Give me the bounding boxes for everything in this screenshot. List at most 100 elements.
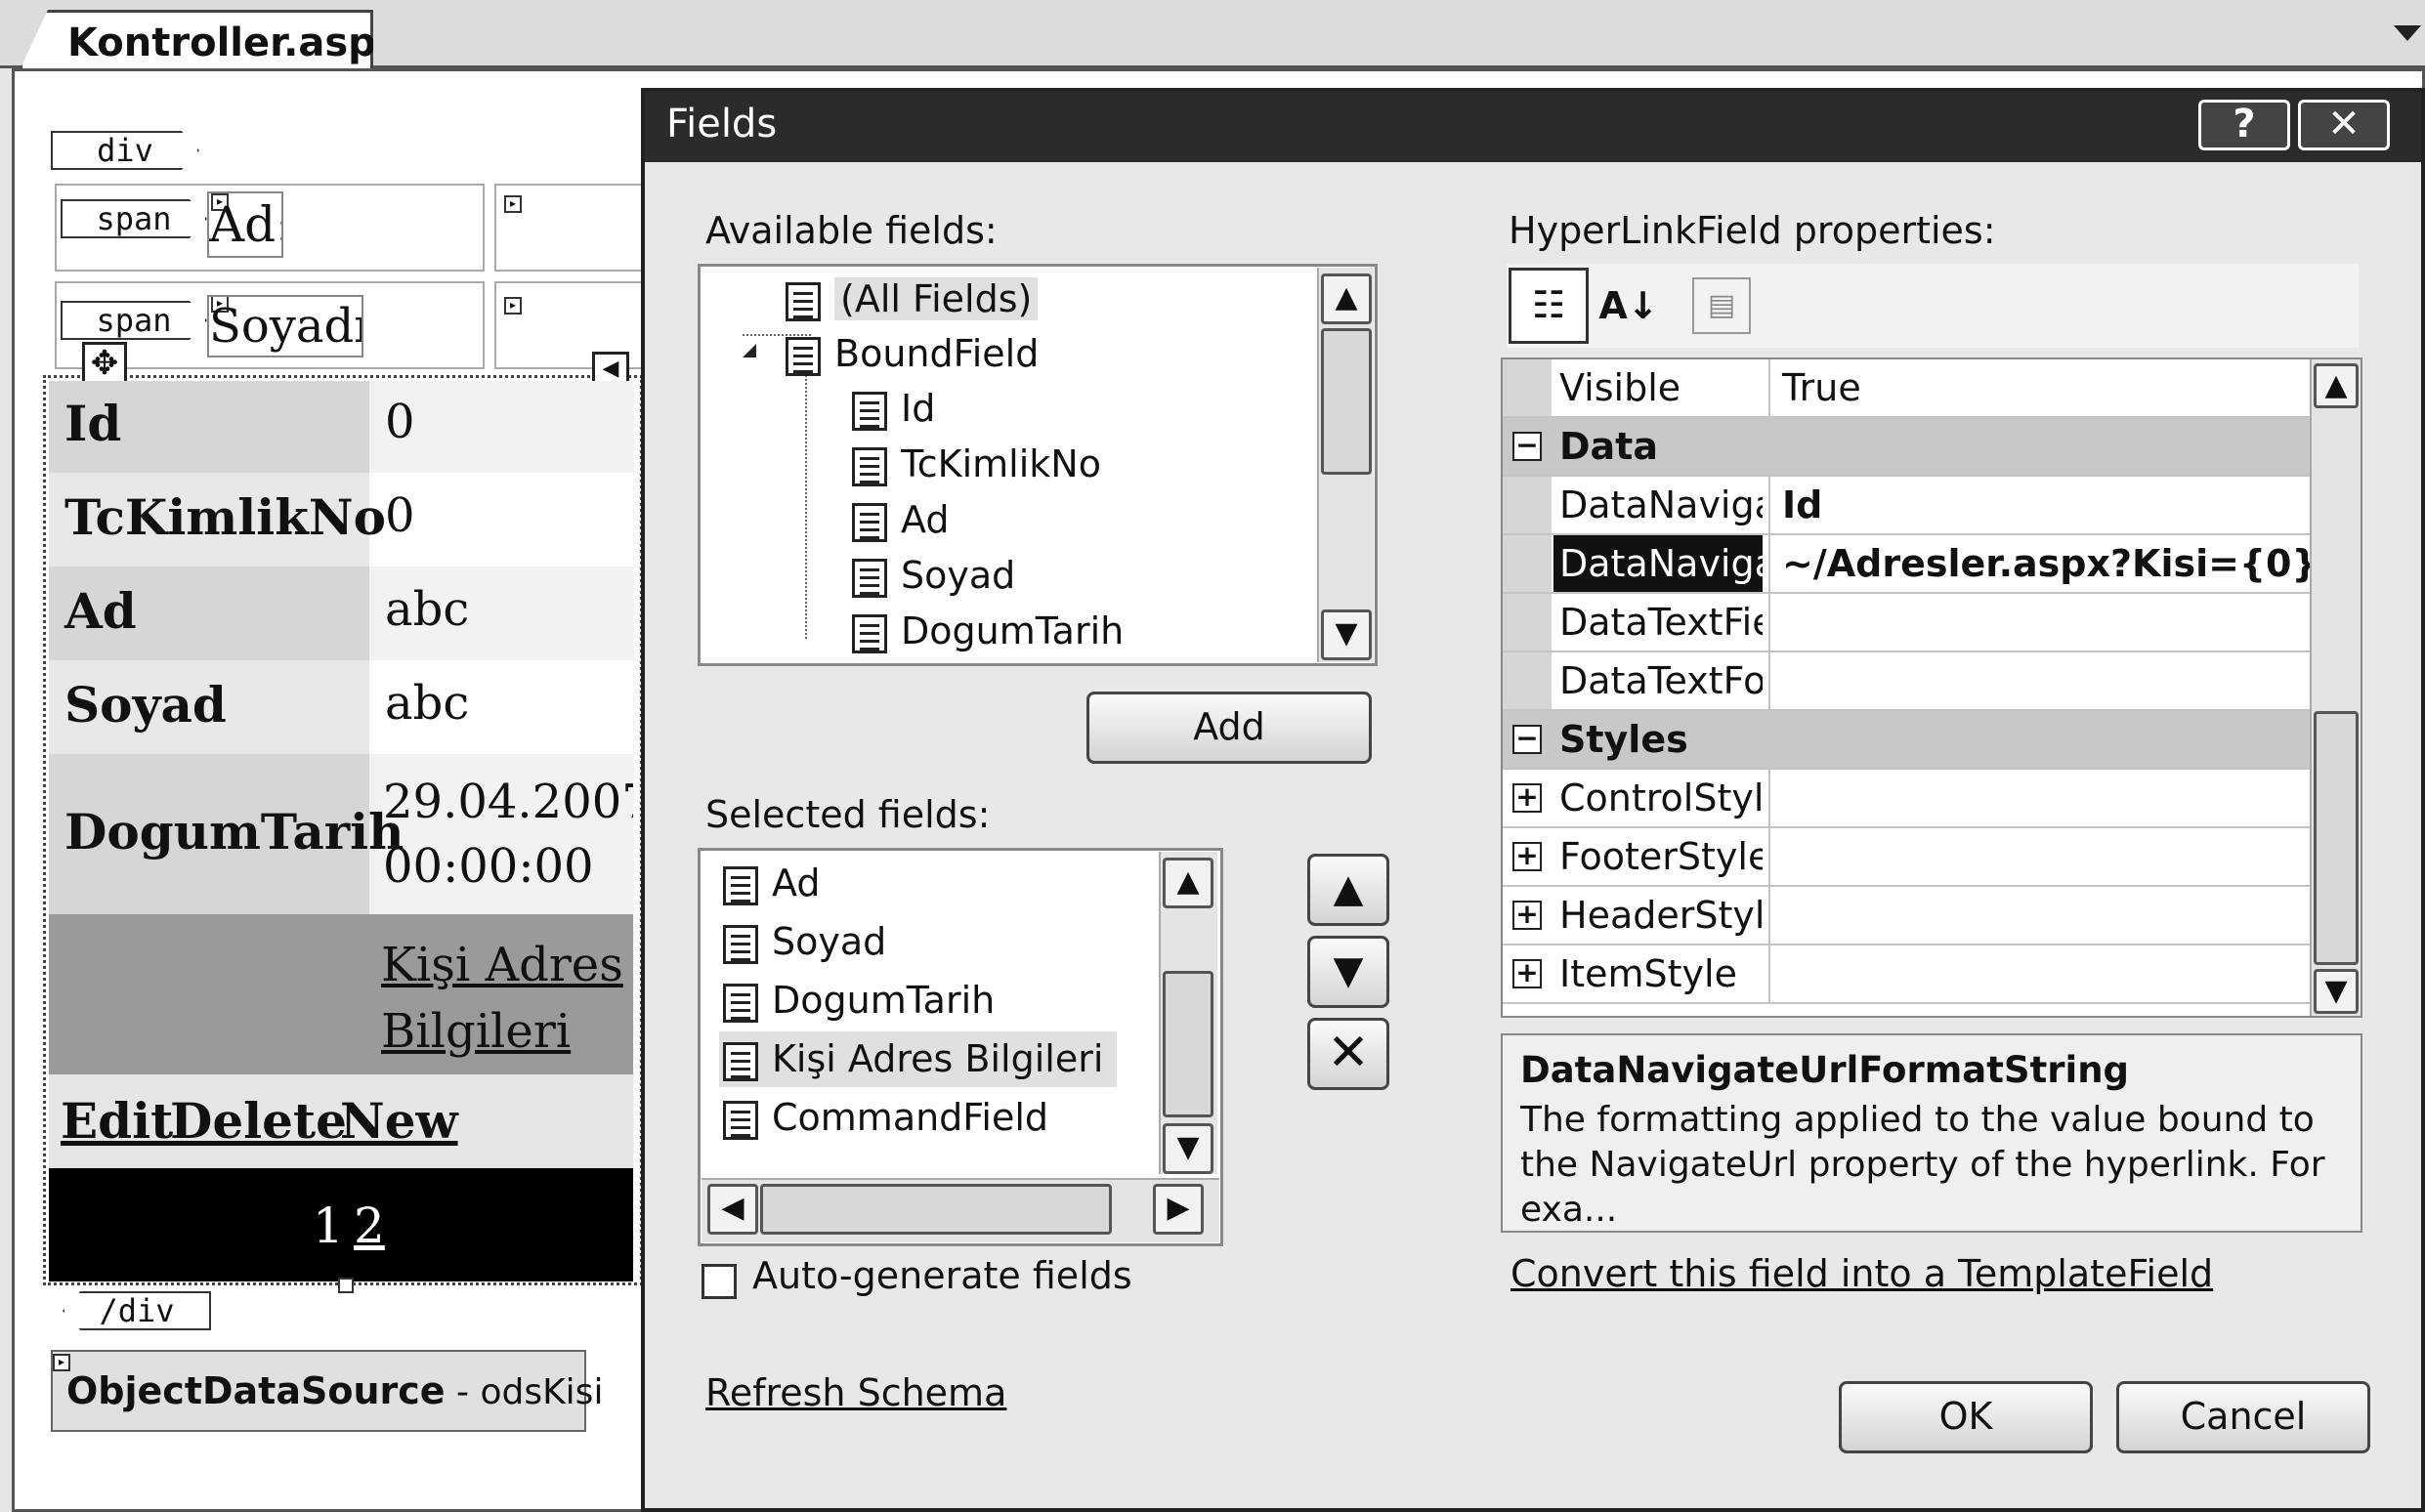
expand-icon[interactable]: + bbox=[1512, 959, 1542, 988]
selected-item-soyad[interactable]: Soyad bbox=[723, 914, 886, 970]
scroll-thumb[interactable] bbox=[1321, 328, 1372, 475]
tree-item-boundfield[interactable]: BoundField bbox=[786, 326, 1039, 382]
tree-item-label: BoundField bbox=[834, 332, 1040, 375]
field-label-dogumtarih: DogumTarih bbox=[64, 803, 404, 861]
property-row-controlstyle[interactable]: +ControlStyle bbox=[1503, 770, 2310, 828]
field-icon bbox=[852, 391, 887, 431]
tree-item-label: TcKimlikNo bbox=[901, 442, 1101, 485]
autogen-checkbox[interactable] bbox=[702, 1264, 737, 1299]
tree-item-id[interactable]: Id bbox=[852, 381, 935, 437]
hscroll-thumb[interactable] bbox=[760, 1184, 1112, 1235]
collapse-icon[interactable]: − bbox=[1512, 432, 1542, 461]
property-row-datanavigateurlfields[interactable]: DataNavigatId bbox=[1503, 477, 2310, 535]
description-text: The formatting applied to the value boun… bbox=[1520, 1100, 2325, 1230]
property-row-visible[interactable]: Visible True bbox=[1503, 359, 2310, 418]
scroll-right-button[interactable]: ▶ bbox=[1153, 1184, 1204, 1235]
field-icon bbox=[852, 502, 887, 542]
tree-item-label: Id bbox=[901, 387, 936, 430]
tree-item-label: Ad bbox=[901, 498, 950, 541]
description-title: DataNavigateUrlFormatString bbox=[1520, 1049, 2130, 1091]
objectdatasource-control[interactable]: ObjectDataSource - odsKisi bbox=[51, 1350, 603, 1432]
help-button[interactable]: ? bbox=[2198, 100, 2290, 150]
scroll-down-button[interactable]: ▼ bbox=[1321, 609, 1372, 660]
tree-item-dogumtarih[interactable]: DogumTarih bbox=[852, 604, 1124, 659]
field-icon bbox=[852, 558, 887, 598]
collapse-icon[interactable]: − bbox=[1512, 725, 1542, 754]
scroll-down-button[interactable]: ▼ bbox=[1163, 1123, 1213, 1174]
autogen-label: Auto-generate fields bbox=[752, 1254, 1132, 1297]
field-icon bbox=[852, 446, 887, 486]
tree-item-tckimlikno[interactable]: TcKimlikNo bbox=[852, 437, 1101, 492]
selected-item-commandfield[interactable]: CommandField bbox=[723, 1090, 1048, 1146]
fields-dialog: Fields ? ✕ Available fields: (All Fields… bbox=[641, 88, 2425, 1512]
span-text-surname: Soyadı bbox=[207, 295, 363, 357]
resize-handle[interactable] bbox=[338, 1278, 354, 1293]
scroll-thumb[interactable] bbox=[1163, 971, 1213, 1117]
field-label-ad: Ad bbox=[64, 582, 137, 640]
delete-link[interactable]: Delete bbox=[170, 1092, 347, 1150]
hyperlink-kisi-adres[interactable]: Kişi Adres Bilgileri bbox=[381, 932, 625, 1065]
boundfield-icon bbox=[723, 865, 758, 905]
expanded-triangle-icon[interactable] bbox=[743, 344, 756, 357]
selected-item-label: CommandField bbox=[772, 1096, 1049, 1139]
convert-to-templatefield-link[interactable]: Convert this field into a TemplateField bbox=[1510, 1252, 2213, 1295]
property-row-itemstyle[interactable]: + ItemStyle bbox=[1503, 945, 2310, 1004]
property-row-headerstyle[interactable]: +HeaderStyle bbox=[1503, 887, 2310, 945]
delete-field-button[interactable]: ✕ bbox=[1307, 1018, 1389, 1090]
expand-icon[interactable]: + bbox=[1512, 783, 1542, 813]
category-styles[interactable]: − Styles bbox=[1503, 711, 2310, 770]
selected-item-dogumtarih[interactable]: DogumTarih bbox=[723, 973, 995, 1029]
field-value-tckimlikno: 0 bbox=[385, 488, 415, 543]
scroll-up-button[interactable]: ▲ bbox=[1163, 858, 1213, 908]
chevron-down-icon[interactable] bbox=[2394, 25, 2421, 41]
boundfield-icon bbox=[786, 336, 821, 376]
add-button[interactable]: Add bbox=[1086, 692, 1372, 764]
selected-item-label: Kişi Adres Bilgileri bbox=[772, 1037, 1104, 1080]
property-row-datanavigateurlformatstring[interactable]: DataNavigat~/Adresler.aspx?Kisi={0} bbox=[1503, 535, 2319, 594]
expand-icon[interactable]: + bbox=[1512, 842, 1542, 871]
cancel-button[interactable]: Cancel bbox=[2116, 1381, 2370, 1453]
selected-item-ad[interactable]: Ad bbox=[723, 856, 820, 911]
expand-icon[interactable]: + bbox=[1512, 901, 1542, 930]
dialog-titlebar[interactable]: Fields ? ✕ bbox=[645, 92, 2421, 162]
scroll-thumb[interactable] bbox=[2314, 711, 2359, 965]
refresh-schema-link[interactable]: Refresh Schema bbox=[705, 1371, 1006, 1414]
new-link[interactable]: New bbox=[340, 1092, 458, 1150]
move-down-button[interactable]: ▼ bbox=[1307, 936, 1389, 1008]
selected-item-label: Soyad bbox=[772, 920, 887, 963]
property-row-datatextformatstring[interactable]: DataTextFo bbox=[1503, 652, 2310, 711]
tree-item-soyad[interactable]: Soyad bbox=[852, 548, 1015, 604]
property-pages-icon[interactable]: ▤ bbox=[1692, 277, 1751, 334]
scroll-up-button[interactable]: ▲ bbox=[2314, 363, 2359, 408]
pager-page-1: 1 bbox=[313, 1197, 344, 1254]
commandfield-icon bbox=[723, 1100, 758, 1140]
close-button[interactable]: ✕ bbox=[2298, 100, 2390, 150]
document-tab[interactable]: Kontroller.aspx bbox=[20, 10, 373, 70]
field-value-soyad: abc bbox=[385, 676, 470, 731]
tree-item-label: (All Fields) bbox=[834, 277, 1039, 320]
dialog-title: Fields bbox=[666, 102, 778, 147]
scroll-left-button[interactable]: ◀ bbox=[707, 1184, 758, 1235]
tree-item-ad[interactable]: Ad bbox=[852, 492, 949, 548]
category-data[interactable]: − Data bbox=[1503, 418, 2310, 477]
ok-button[interactable]: OK bbox=[1839, 1381, 2093, 1453]
boundfield-icon bbox=[723, 983, 758, 1023]
hyperlinkfield-icon bbox=[723, 1041, 758, 1081]
property-row-datatextfield[interactable]: DataTextFie bbox=[1503, 594, 2310, 652]
categorized-button[interactable]: ☷ bbox=[1509, 268, 1589, 344]
selected-item-kisi-adres[interactable]: Kişi Adres Bilgileri bbox=[719, 1031, 1118, 1087]
edit-link[interactable]: Edit bbox=[61, 1092, 173, 1150]
boundfield-icon bbox=[723, 924, 758, 964]
selected-fields-label: Selected fields: bbox=[705, 793, 991, 836]
smart-tag-icon: ▸ bbox=[504, 297, 522, 315]
scroll-up-button[interactable]: ▲ bbox=[1321, 273, 1372, 324]
property-row-footerstyle[interactable]: + FooterStyle bbox=[1503, 828, 2310, 887]
scroll-down-button[interactable]: ▼ bbox=[2314, 969, 2359, 1014]
tree-item-all-fields[interactable]: (All Fields) bbox=[786, 272, 1196, 327]
arrow-down-icon: ▼ bbox=[1333, 948, 1364, 993]
pager-page-2[interactable]: 2 bbox=[354, 1197, 385, 1254]
sort-az-icon[interactable]: A↓ bbox=[1595, 270, 1663, 344]
smart-tag-icon: ▸ bbox=[504, 195, 522, 213]
tree-item-label: Soyad bbox=[901, 554, 1016, 597]
move-up-button[interactable]: ▲ bbox=[1307, 854, 1389, 926]
